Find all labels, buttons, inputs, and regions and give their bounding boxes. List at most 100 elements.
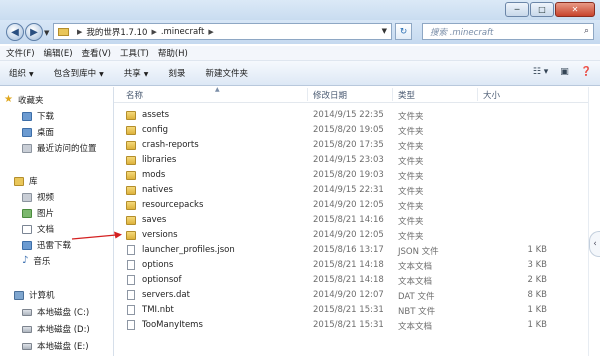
file-row[interactable]: options 2015/8/21 14:18 文本文档 3 KB xyxy=(114,258,588,273)
file-name[interactable]: config xyxy=(142,125,168,135)
preview-pane-icon[interactable]: ▣ xyxy=(560,67,569,77)
file-name[interactable]: servers.dat xyxy=(142,290,190,300)
file-name[interactable]: optionsof xyxy=(142,275,182,285)
address-dropdown-icon[interactable]: ▼ xyxy=(382,27,387,35)
file-row[interactable]: saves 2015/8/21 14:16 文件夹 xyxy=(114,213,588,228)
nav-videos[interactable]: 视频 xyxy=(22,190,54,204)
close-button[interactable]: ✕ xyxy=(555,2,595,17)
file-name[interactable]: TMI.nbt xyxy=(142,305,174,315)
include-in-library-button[interactable]: 包含到库中 ▼ xyxy=(54,67,104,79)
column-divider[interactable] xyxy=(477,88,478,101)
view-options-icon[interactable]: ☷ ▾ xyxy=(533,67,548,77)
minimize-button[interactable]: ─ xyxy=(505,2,529,17)
menu-view[interactable]: 查看(V) xyxy=(82,47,111,59)
column-divider[interactable] xyxy=(392,88,393,101)
chevron-right-icon[interactable]: ▶ xyxy=(151,28,156,36)
column-header-name[interactable]: 名称 xyxy=(126,89,143,101)
search-input[interactable]: 搜索 .minecraft ⌕ xyxy=(422,23,594,40)
file-row[interactable]: config 2015/8/20 19:05 文件夹 xyxy=(114,123,588,138)
organize-button[interactable]: 组织 ▼ xyxy=(9,67,34,79)
menu-file[interactable]: 文件(F) xyxy=(6,47,35,59)
nav-thunder[interactable]: 迅雷下载 xyxy=(22,238,71,252)
file-name[interactable]: mods xyxy=(142,170,165,180)
nav-desktop[interactable]: 桌面 xyxy=(22,125,54,139)
nav-drive-d[interactable]: 本地磁盘 (D:) xyxy=(22,322,90,336)
file-date: 2015/8/21 14:16 xyxy=(313,215,384,225)
menu-tools[interactable]: 工具(T) xyxy=(120,47,149,59)
file-name[interactable]: versions xyxy=(142,230,178,240)
file-icon xyxy=(127,260,135,270)
file-row[interactable]: servers.dat 2014/9/20 12:07 DAT 文件 8 KB xyxy=(114,288,588,303)
breadcrumb-item[interactable]: 我的世界1.7.10 xyxy=(86,26,147,38)
file-row[interactable]: assets 2014/9/15 22:35 文件夹 xyxy=(114,108,588,123)
column-divider[interactable] xyxy=(307,88,308,101)
column-header-row: ▲ 名称 修改日期 类型 大小 xyxy=(114,86,588,103)
file-name[interactable]: saves xyxy=(142,215,166,225)
nav-drive-e[interactable]: 本地磁盘 (E:) xyxy=(22,339,89,353)
file-name[interactable]: launcher_profiles.json xyxy=(142,245,235,255)
address-bar[interactable]: ▶ 我的世界1.7.10 ▶ .minecraft ▶ ▼ xyxy=(53,23,392,40)
file-date: 2014/9/20 12:05 xyxy=(313,200,384,210)
help-icon[interactable]: ❓ xyxy=(581,67,592,77)
hard-drive-icon xyxy=(22,308,32,316)
nav-recent[interactable]: 最近访问的位置 xyxy=(22,141,97,155)
file-name[interactable]: natives xyxy=(142,185,173,195)
maximize-button[interactable]: □ xyxy=(530,2,554,17)
nav-music[interactable]: ♪ 音乐 xyxy=(22,254,50,268)
file-name[interactable]: TooManyItems xyxy=(142,320,203,330)
file-row[interactable]: optionsof 2015/8/21 14:18 文本文档 2 KB xyxy=(114,273,588,288)
file-row[interactable]: versions 2014/9/20 12:05 文件夹 xyxy=(114,228,588,243)
nav-libraries[interactable]: 库 xyxy=(14,174,38,188)
file-icon xyxy=(127,305,135,315)
nav-computer[interactable]: 计算机 xyxy=(14,288,55,302)
search-icon[interactable]: ⌕ xyxy=(584,26,589,36)
folder-icon xyxy=(126,201,136,210)
file-icon xyxy=(127,275,135,285)
nav-downloads[interactable]: 下载 xyxy=(22,109,54,123)
burn-button[interactable]: 刻录 xyxy=(168,67,185,79)
file-row[interactable]: TooManyItems 2015/8/21 15:31 文本文档 1 KB xyxy=(114,318,588,333)
file-row[interactable]: TMI.nbt 2015/8/21 15:31 NBT 文件 1 KB xyxy=(114,303,588,318)
file-name[interactable]: crash-reports xyxy=(142,140,199,150)
file-row[interactable]: natives 2014/9/15 22:31 文件夹 xyxy=(114,183,588,198)
library-icon xyxy=(14,176,24,186)
nav-documents[interactable]: 文档 xyxy=(22,222,54,236)
file-size: 2 KB xyxy=(527,275,547,285)
breadcrumb-item[interactable]: .minecraft xyxy=(161,27,205,37)
menu-help[interactable]: 帮助(H) xyxy=(158,47,188,59)
title-bar: ─ □ ✕ xyxy=(0,0,600,20)
forward-button[interactable]: ▶ xyxy=(25,23,43,41)
folder-icon xyxy=(126,141,136,150)
nav-label: 音乐 xyxy=(33,257,51,267)
column-header-date[interactable]: 修改日期 xyxy=(313,89,347,101)
file-row[interactable]: launcher_profiles.json 2015/8/16 13:17 JSO… xyxy=(114,243,588,258)
back-button[interactable]: ◀ xyxy=(6,23,24,41)
nav-drive-c[interactable]: 本地磁盘 (C:) xyxy=(22,305,89,319)
menu-edit[interactable]: 编辑(E) xyxy=(44,47,73,59)
file-row[interactable]: mods 2015/8/20 19:03 文件夹 xyxy=(114,168,588,183)
history-dropdown-icon[interactable]: ▼ xyxy=(44,29,49,37)
file-name[interactable]: assets xyxy=(142,110,169,120)
refresh-button[interactable]: ↻ xyxy=(395,23,412,40)
column-header-size[interactable]: 大小 xyxy=(483,89,500,101)
file-name[interactable]: options xyxy=(142,260,173,270)
file-row[interactable]: crash-reports 2015/8/20 17:35 文件夹 xyxy=(114,138,588,153)
share-button[interactable]: 共享 ▼ xyxy=(124,67,149,79)
file-row[interactable]: resourcepacks 2014/9/20 12:05 文件夹 xyxy=(114,198,588,213)
nav-favorites[interactable]: ★ 收藏夹 xyxy=(4,93,43,107)
file-size: 1 KB xyxy=(527,305,547,315)
command-bar: 组织 ▼ 包含到库中 ▼ 共享 ▼ 刻录 新建文件夹 ☷ ▾ ▣ ❓ xyxy=(0,61,600,86)
chevron-right-icon[interactable]: ▶ xyxy=(77,28,82,36)
new-folder-button[interactable]: 新建文件夹 xyxy=(205,67,248,79)
file-name[interactable]: libraries xyxy=(142,155,176,165)
column-header-type[interactable]: 类型 xyxy=(398,89,415,101)
folder-icon xyxy=(126,111,136,120)
chevron-right-icon[interactable]: ▶ xyxy=(208,28,213,36)
chevron-left-icon[interactable]: ‹ xyxy=(589,231,600,257)
nav-pictures[interactable]: 图片 xyxy=(22,206,54,220)
file-name[interactable]: resourcepacks xyxy=(142,200,203,210)
file-type: 文件夹 xyxy=(398,202,424,212)
file-date: 2014/9/20 12:07 xyxy=(313,290,384,300)
dropdown-arrow-icon: ▼ xyxy=(143,71,149,78)
file-row[interactable]: libraries 2014/9/15 23:03 文件夹 xyxy=(114,153,588,168)
